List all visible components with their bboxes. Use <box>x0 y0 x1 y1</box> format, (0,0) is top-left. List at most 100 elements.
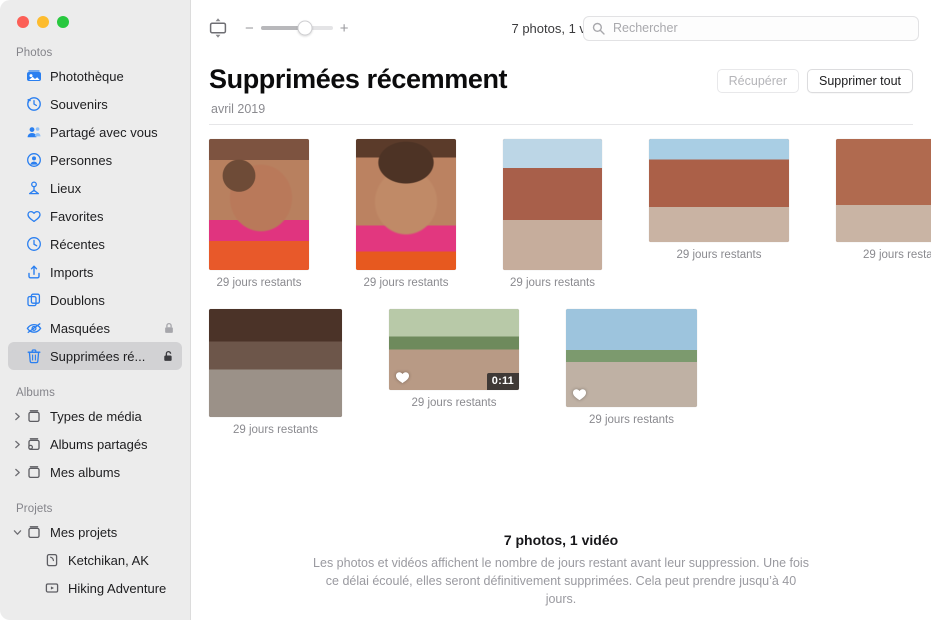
search-field[interactable] <box>583 16 919 41</box>
sidebar-item-imports[interactable]: Imports <box>8 258 182 286</box>
sidebar-item-hiking-adventure[interactable]: Hiking Adventure <box>8 574 182 602</box>
sidebar-item-favorites[interactable]: Favorites <box>8 202 182 230</box>
import-icon <box>24 264 43 280</box>
sidebar-item-label: Personnes <box>50 153 176 168</box>
sidebar-item-label: Supprimées ré... <box>50 349 158 364</box>
main-area: − + 7 photos, 1 vidéo <box>191 0 931 620</box>
sidebar-item-label: Imports <box>50 265 176 280</box>
memories-icon <box>24 96 43 112</box>
photo-thumbnail[interactable]: 0:11 <box>389 309 519 390</box>
book-project-icon <box>42 552 61 568</box>
sidebar-section-header: Projets <box>0 503 190 518</box>
photo-cell[interactable]: 29 jours restants <box>649 139 789 261</box>
minimize-button[interactable] <box>37 16 49 28</box>
photo-cell[interactable]: 29 jours restants <box>356 139 456 289</box>
zoom-in-label[interactable]: + <box>340 21 349 36</box>
sidebar-item-ketchikan-ak[interactable]: Ketchikan, AK <box>8 546 182 574</box>
hidden-eye-icon <box>24 320 43 336</box>
zoom-button[interactable] <box>57 16 69 28</box>
photo-cell[interactable]: 0:11 29 jours restants <box>389 309 519 409</box>
sidebar-item-albums-partag-s[interactable]: Albums partagés <box>8 430 182 458</box>
days-remaining-label: 29 jours restants <box>216 277 301 289</box>
month-header: avril 2019 <box>209 96 913 124</box>
footer-description: Les photos et vidéos affichent le nombre… <box>311 554 811 608</box>
sidebar-item-types-de-m-dia[interactable]: Types de média <box>8 402 182 430</box>
clock-icon <box>24 236 43 252</box>
zoom-slider[interactable] <box>261 26 333 30</box>
page-header: Supprimées récemment Récupérer Supprimer… <box>209 56 913 96</box>
photo-image <box>503 139 602 270</box>
disclosure-collapsed-icon[interactable] <box>11 440 24 449</box>
photo-cell[interactable]: 29 jours restants <box>836 139 931 261</box>
sidebar-item-label: Lieux <box>50 181 176 196</box>
days-remaining-label: 29 jours restants <box>676 249 761 261</box>
recover-button[interactable]: Récupérer <box>717 69 799 93</box>
sidebar-item-r-centes[interactable]: Récentes <box>8 230 182 258</box>
sidebar-item-supprim-es-r[interactable]: Supprimées ré... <box>8 342 182 370</box>
photo-thumbnail[interactable] <box>649 139 789 242</box>
days-remaining-label: 29 jours restants <box>363 277 448 289</box>
zoom-out-label[interactable]: − <box>245 21 254 36</box>
photo-image <box>209 139 309 270</box>
album-icon <box>24 524 43 540</box>
photos-window: Photos Photothèque Souvenirs Partagé avec v… <box>0 0 931 620</box>
photo-image <box>836 139 931 242</box>
places-pin-icon <box>24 180 43 196</box>
sidebar-item-partag-avec-vous[interactable]: Partagé avec vous <box>8 118 182 146</box>
sidebar-item-label: Mes projets <box>50 525 176 540</box>
page-actions: Récupérer Supprimer tout <box>717 62 913 93</box>
sidebar-item-mes-albums[interactable]: Mes albums <box>8 458 182 486</box>
album-icon <box>24 408 43 424</box>
trash-icon <box>24 348 43 364</box>
toolbar: − + 7 photos, 1 vidéo <box>191 0 931 56</box>
sidebar-item-label: Mes albums <box>50 465 176 480</box>
disclosure-collapsed-icon[interactable] <box>11 468 24 477</box>
zoom-slider-group[interactable]: − + <box>245 21 349 36</box>
photo-thumbnail[interactable] <box>836 139 931 242</box>
sidebar-item-phototh-que[interactable]: Photothèque <box>8 62 182 90</box>
album-icon <box>24 464 43 480</box>
photo-thumbnail[interactable] <box>356 139 456 270</box>
slideshow-play-icon <box>42 580 61 596</box>
sidebar-item-label: Ketchikan, AK <box>68 553 176 568</box>
disclosure-expanded-icon[interactable] <box>11 528 24 537</box>
photo-cell[interactable]: 29 jours restants <box>209 309 342 436</box>
photo-cell[interactable]: 29 jours restants <box>503 139 602 289</box>
close-button[interactable] <box>17 16 29 28</box>
search-input[interactable] <box>611 20 910 36</box>
sidebar-section-header: Photos <box>0 47 190 62</box>
sidebar-item-label: Photothèque <box>50 69 176 84</box>
days-remaining-label: 29 jours restants <box>863 249 931 261</box>
lock-closed-icon[interactable] <box>162 321 176 335</box>
window-controls <box>0 0 190 29</box>
photo-thumbnail[interactable] <box>503 139 602 270</box>
sidebar-item-doublons[interactable]: Doublons <box>8 286 182 314</box>
delete-all-button[interactable]: Supprimer tout <box>807 69 913 93</box>
disclosure-collapsed-icon[interactable] <box>11 412 24 421</box>
page-title: Supprimées récemment <box>209 62 507 96</box>
photo-thumbnail[interactable] <box>209 139 309 270</box>
photo-thumbnail[interactable] <box>209 309 342 417</box>
shared-with-you-icon <box>24 124 43 140</box>
sidebar-item-label: Albums partagés <box>50 437 176 452</box>
sidebar-item-label: Doublons <box>50 293 176 308</box>
days-remaining-label: 29 jours restants <box>411 397 496 409</box>
photo-image <box>649 139 789 242</box>
sidebar-item-label: Partagé avec vous <box>50 125 176 140</box>
zoom-slider-knob[interactable] <box>298 21 313 36</box>
photo-cell[interactable]: 29 jours restants <box>566 309 697 426</box>
sidebar-item-lieux[interactable]: Lieux <box>8 174 182 202</box>
duplicates-icon <box>24 292 43 308</box>
favorite-heart-icon <box>395 370 410 384</box>
sidebar-item-souvenirs[interactable]: Souvenirs <box>8 90 182 118</box>
favorite-heart-icon <box>572 387 587 401</box>
aspect-ratio-icon[interactable] <box>205 15 231 41</box>
photo-cell[interactable]: 29 jours restants <box>209 139 309 289</box>
shared-album-icon <box>24 436 43 452</box>
sidebar-item-masqu-es[interactable]: Masquées <box>8 314 182 342</box>
sidebar-item-mes-projets[interactable]: Mes projets <box>8 518 182 546</box>
photo-thumbnail[interactable] <box>566 309 697 407</box>
people-icon <box>24 152 43 168</box>
sidebar-item-personnes[interactable]: Personnes <box>8 146 182 174</box>
lock-open-icon[interactable] <box>162 349 176 363</box>
